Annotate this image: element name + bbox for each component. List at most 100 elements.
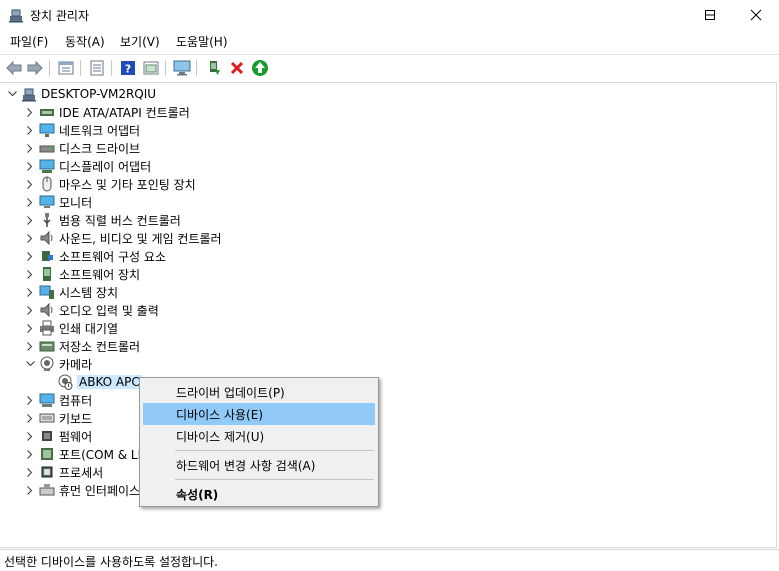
expand-chevron-icon[interactable] <box>24 139 36 157</box>
menu-scan-hardware[interactable]: 하드웨어 변경 사항 검색(A) <box>143 454 375 476</box>
tree-category-label: 오디오 입력 및 출력 <box>59 303 159 318</box>
tree-category[interactable]: 소프트웨어 장치 <box>24 265 140 283</box>
enable-device-button[interactable] <box>250 58 270 78</box>
expand-chevron-icon[interactable] <box>24 121 36 139</box>
software-device-icon <box>39 266 55 282</box>
help-button[interactable]: ? <box>118 58 138 78</box>
hid-icon <box>39 482 55 498</box>
properties-button[interactable] <box>56 58 76 78</box>
device-tree[interactable]: DESKTOP-VM2RQIU IDE ATA/ATAPI 컨트롤러 네트워크 어… <box>0 82 777 548</box>
update-list-button[interactable] <box>87 58 107 78</box>
expand-chevron-icon[interactable] <box>24 175 36 193</box>
expand-chevron-icon[interactable] <box>24 229 36 247</box>
mouse-icon <box>39 176 55 192</box>
display-adapter-icon <box>39 158 55 174</box>
maximize-button[interactable] <box>687 0 733 30</box>
network-adapter-icon <box>39 122 55 138</box>
context-menu: 드라이버 업데이트(P) 디바이스 사용(E) 디바이스 제거(U) 하드웨어 … <box>139 377 379 507</box>
update-driver-icon <box>210 61 220 75</box>
tree-category[interactable]: 포트(COM & LPT) <box>24 445 157 463</box>
tree-category-label: 모니터 <box>59 195 93 210</box>
software-component-icon <box>39 248 55 264</box>
toolbar-separator <box>111 60 112 76</box>
tree-category[interactable]: 인쇄 대기열 <box>24 319 118 337</box>
close-button[interactable] <box>733 0 779 30</box>
expand-chevron-icon[interactable] <box>24 283 36 301</box>
expand-chevron-icon[interactable] <box>24 409 36 427</box>
device-manager-icon <box>8 7 24 23</box>
expand-chevron-icon[interactable] <box>24 265 36 283</box>
tree-category[interactable]: 디스크 드라이브 <box>24 139 140 157</box>
tree-category[interactable]: 마우스 및 기타 포인팅 장치 <box>24 175 196 193</box>
speaker-icon <box>39 230 55 246</box>
tree-category[interactable]: 저장소 컨트롤러 <box>24 337 140 355</box>
menu-uninstall-device[interactable]: 디바이스 제거(U) <box>143 425 375 447</box>
forward-button[interactable] <box>25 58 45 78</box>
tree-category[interactable]: 펌웨어 <box>24 427 92 445</box>
toolbar: ? <box>0 54 779 80</box>
collapse-chevron-icon[interactable] <box>6 85 18 103</box>
scan-hardware-button[interactable] <box>172 58 192 78</box>
uninstall-icon <box>230 61 244 75</box>
menu-action[interactable]: 동작(A) <box>63 33 107 50</box>
expand-chevron-icon[interactable] <box>24 427 36 445</box>
tree-category-label: 소프트웨어 구성 요소 <box>59 249 166 264</box>
expand-chevron-icon[interactable] <box>24 193 36 211</box>
menu-update-driver[interactable]: 드라이버 업데이트(P) <box>143 381 375 403</box>
menu-help[interactable]: 도움말(H) <box>174 33 230 50</box>
tree-category[interactable]: 오디오 입력 및 출력 <box>24 301 159 319</box>
expand-chevron-icon[interactable] <box>24 319 36 337</box>
menu-enable-device[interactable]: 디바이스 사용(E) <box>143 403 375 425</box>
tree-root[interactable]: DESKTOP-VM2RQIU <box>6 85 156 103</box>
expand-chevron-icon[interactable] <box>24 337 36 355</box>
expand-chevron-icon[interactable] <box>24 247 36 265</box>
back-button[interactable] <box>4 58 24 78</box>
tree-category[interactable]: 컴퓨터 <box>24 391 92 409</box>
update-driver-button[interactable] <box>204 58 224 78</box>
tree-category[interactable]: 범용 직렬 버스 컨트롤러 <box>24 211 181 229</box>
tree-category[interactable]: IDE ATA/ATAPI 컨트롤러 <box>24 103 190 121</box>
tree-category[interactable]: 프로세서 <box>24 463 103 481</box>
expand-chevron-icon[interactable] <box>24 481 36 499</box>
help-icon: ? <box>121 61 135 76</box>
tree-category[interactable]: 소프트웨어 구성 요소 <box>24 247 166 265</box>
expand-chevron-icon[interactable] <box>24 463 36 481</box>
menu-properties[interactable]: 속성(R) <box>143 483 375 505</box>
show-hidden-button[interactable] <box>141 58 161 78</box>
collapse-chevron-icon[interactable] <box>24 355 36 373</box>
tree-item-abko-camera[interactable]: ABKO APC <box>42 373 142 391</box>
expand-chevron-icon[interactable] <box>24 211 36 229</box>
toolbar-separator <box>49 60 50 76</box>
tree-category-label: IDE ATA/ATAPI 컨트롤러 <box>59 105 190 120</box>
status-text: 선택한 디바이스를 사용하도록 설정합니다. <box>4 555 218 569</box>
tree-category[interactable]: 디스플레이 어댑터 <box>24 157 151 175</box>
tree-category-label: 프로세서 <box>59 465 104 480</box>
tree-category-label: 소프트웨어 장치 <box>59 267 141 282</box>
menu-view[interactable]: 보기(V) <box>118 33 162 50</box>
enable-device-icon <box>252 60 268 76</box>
window-title: 장치 관리자 <box>30 9 90 23</box>
tree-category[interactable]: 네트워크 어댑터 <box>24 121 140 139</box>
expand-chevron-icon[interactable] <box>24 103 36 121</box>
tree-category-label: 인쇄 대기열 <box>59 321 119 336</box>
tree-category[interactable]: 사운드, 비디오 및 게임 컨트롤러 <box>24 229 222 247</box>
expand-chevron-icon[interactable] <box>24 157 36 175</box>
tree-category[interactable]: 모니터 <box>24 193 92 211</box>
tree-category[interactable]: 카메라 <box>24 355 92 373</box>
close-icon <box>750 9 762 21</box>
tree-category[interactable]: 키보드 <box>24 409 92 427</box>
forward-arrow-icon <box>27 61 43 75</box>
uninstall-button[interactable] <box>227 58 247 78</box>
toolbar-separator <box>165 60 166 76</box>
tree-category-label: 카메라 <box>59 357 93 372</box>
tree-category-label: 마우스 및 기타 포인팅 장치 <box>59 177 196 192</box>
expand-chevron-icon[interactable] <box>24 445 36 463</box>
title-bar: 장치 관리자 <box>0 0 779 30</box>
menu-file[interactable]: 파일(F) <box>8 33 50 50</box>
expand-chevron-icon[interactable] <box>24 301 36 319</box>
svg-text:?: ? <box>125 63 131 76</box>
expand-chevron-icon[interactable] <box>24 391 36 409</box>
properties-icon <box>58 61 74 75</box>
toolbar-separator <box>196 60 197 76</box>
tree-category[interactable]: 시스템 장치 <box>24 283 118 301</box>
